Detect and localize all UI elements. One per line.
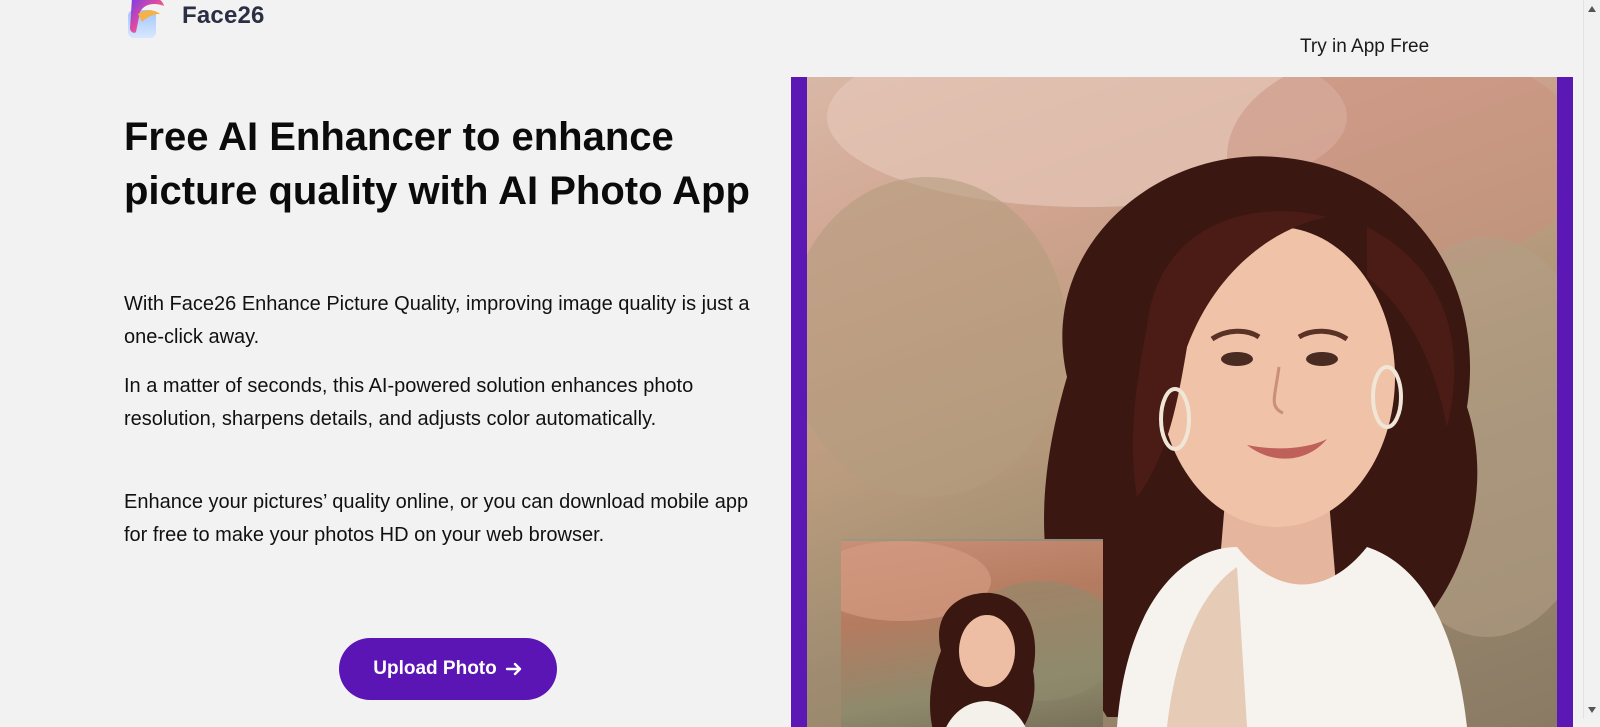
thumbnail-portrait [841,541,1103,727]
hero-paragraph-2: In a matter of seconds, this AI-powered … [124,375,694,430]
scroll-up-arrow-icon[interactable] [1588,6,1596,12]
page-title: Free AI Enhancer to enhance picture qual… [124,115,750,213]
original-photo-thumbnail [841,539,1103,727]
hero-paragraph-1: With Face26 Enhance Picture Quality, imp… [124,293,750,348]
try-in-app-link[interactable]: Try in App Free [1300,36,1429,58]
brand-logo[interactable]: Face26 [124,0,265,40]
upload-photo-label: Upload Photo [373,658,497,679]
upload-photo-button[interactable]: Upload Photo [339,638,557,700]
brand-name: Face26 [182,2,265,29]
page-scrollbar[interactable] [1583,0,1600,719]
enhanced-photo-frame [791,77,1573,727]
face26-logo-icon [128,0,164,38]
scroll-down-arrow-icon[interactable] [1588,707,1596,713]
arrow-right-icon [505,662,521,676]
hero-paragraph-3: Enhance your pictures’ quality online, o… [124,491,749,546]
